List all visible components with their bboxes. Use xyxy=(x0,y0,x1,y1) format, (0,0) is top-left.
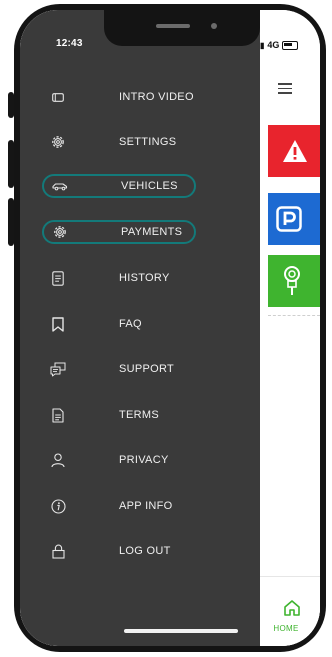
divider xyxy=(268,315,320,316)
home-indicator[interactable] xyxy=(124,629,238,633)
user-icon xyxy=(50,452,66,468)
notch xyxy=(104,10,260,46)
battery-icon xyxy=(282,40,299,50)
document-icon xyxy=(50,270,66,286)
network-label: 4G xyxy=(267,40,280,50)
parking-icon xyxy=(276,206,302,232)
drawer-item-label: INTRO VIDEO xyxy=(119,91,194,103)
drawer-item-label: FAQ xyxy=(119,318,142,330)
drawer-item-app-info[interactable]: APP INFO xyxy=(42,494,196,518)
drawer-item-label: PAYMENTS xyxy=(121,226,183,238)
video-icon xyxy=(50,89,66,105)
info-icon xyxy=(50,498,66,514)
nav-drawer: 12:43 INTRO VIDEO SETTINGS VEHICLES PAYM… xyxy=(20,10,260,646)
car-icon xyxy=(52,178,68,194)
home-label[interactable]: HOME xyxy=(260,624,312,633)
drawer-item-label: HISTORY xyxy=(119,272,170,284)
lock-icon xyxy=(50,543,66,559)
drawer-item-intro-video[interactable]: INTRO VIDEO xyxy=(42,85,196,109)
drawer-item-label: SETTINGS xyxy=(119,136,177,148)
file-text-icon xyxy=(50,407,66,423)
front-camera xyxy=(211,23,217,29)
parking-tile[interactable] xyxy=(268,193,320,245)
home-icon[interactable] xyxy=(283,599,301,617)
speaker-grille xyxy=(156,24,190,28)
status-time: 12:43 xyxy=(56,38,83,49)
parking-meter-icon xyxy=(284,266,300,295)
drawer-item-support[interactable]: SUPPORT xyxy=(42,357,196,381)
drawer-item-log-out[interactable]: LOG OUT xyxy=(42,539,196,563)
warning-icon xyxy=(283,140,307,162)
phone-frame: ▮ 4G HOME 12:43 INTRO VIDEO SETTINGS VEH… xyxy=(0,0,332,657)
drawer-item-history[interactable]: HISTORY xyxy=(42,266,196,290)
drawer-item-label: VEHICLES xyxy=(121,180,178,192)
drawer-item-label: SUPPORT xyxy=(119,363,175,375)
drawer-item-label: TERMS xyxy=(119,409,159,421)
drawer-item-vehicles[interactable]: VEHICLES xyxy=(42,174,196,198)
bottom-nav: HOME xyxy=(260,576,320,646)
drawer-item-label: PRIVACY xyxy=(119,454,169,466)
screen: ▮ 4G HOME 12:43 INTRO VIDEO SETTINGS VEH… xyxy=(20,10,320,646)
drawer-item-payments[interactable]: PAYMENTS xyxy=(42,220,196,244)
signal-icon: ▮ xyxy=(260,40,265,50)
drawer-item-label: APP INFO xyxy=(119,500,173,512)
drawer-item-faq[interactable]: FAQ xyxy=(42,312,196,336)
drawer-item-label: LOG OUT xyxy=(119,545,171,557)
gear-icon xyxy=(50,134,66,150)
status-indicators: ▮ 4G xyxy=(260,40,299,50)
hamburger-menu-icon[interactable] xyxy=(278,83,292,94)
drawer-item-settings[interactable]: SETTINGS xyxy=(42,130,196,154)
drawer-item-privacy[interactable]: PRIVACY xyxy=(42,448,196,472)
parking-meter-tile[interactable] xyxy=(268,255,320,307)
bookmark-icon xyxy=(50,316,66,332)
drawer-item-terms[interactable]: TERMS xyxy=(42,403,196,427)
alerts-tile[interactable] xyxy=(268,125,320,177)
gear-icon xyxy=(52,224,68,240)
chat-icon xyxy=(50,361,66,377)
